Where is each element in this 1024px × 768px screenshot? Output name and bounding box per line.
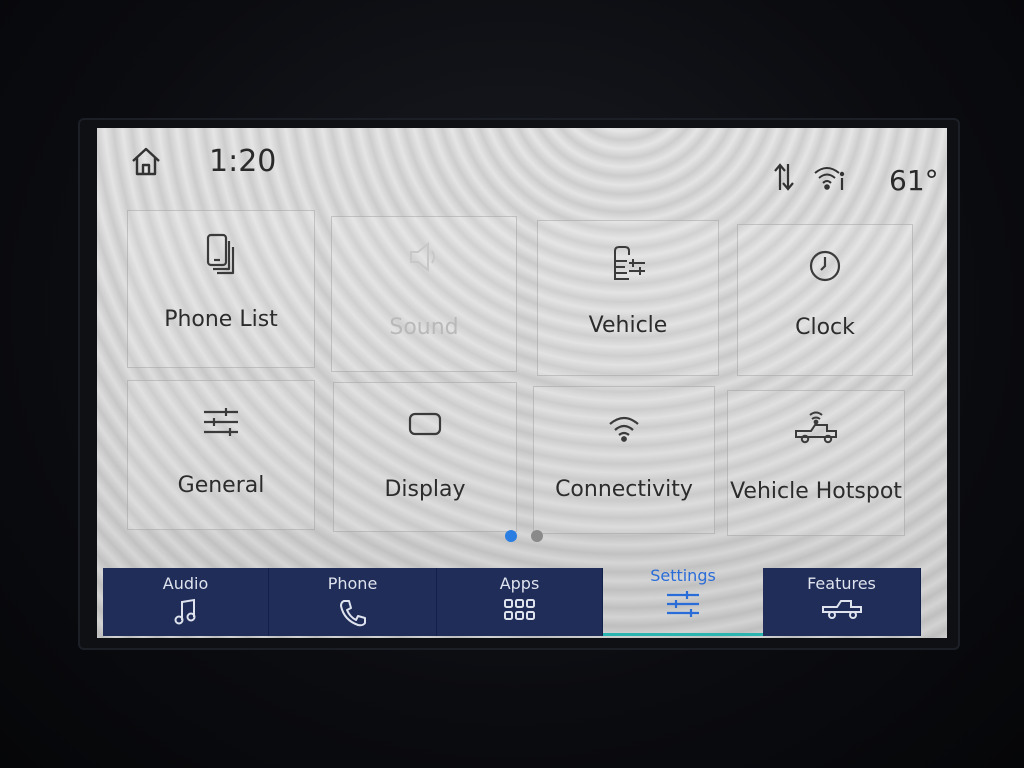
tile-label: Connectivity (555, 477, 693, 502)
vehicle-settings-icon (614, 246, 645, 280)
tile-clock[interactable]: Clock (737, 224, 913, 376)
clock-icon (809, 250, 841, 282)
tab-label: Phone (327, 574, 378, 593)
settings-sliders-icon (667, 591, 699, 617)
tile-label: Clock (795, 315, 855, 340)
tile-sound: Sound (331, 216, 517, 372)
tile-label: Vehicle Hotspot (730, 479, 902, 504)
wifi-icon (609, 416, 639, 442)
tile-general[interactable]: General (127, 380, 315, 530)
tile-label: Vehicle (588, 313, 668, 338)
phone-handset-icon (339, 600, 366, 627)
touchscreen: 1:20 61° Phone List Sound Vehicle Clock … (97, 128, 947, 638)
bottom-nav: Audio Phone Apps Settings Features (97, 566, 947, 638)
tile-label: Sound (389, 315, 459, 340)
page-dot-inactive[interactable] (531, 530, 543, 542)
status-time: 1:20 (209, 144, 277, 179)
tab-label: Apps (499, 574, 540, 593)
tab-label: Settings (650, 566, 716, 585)
tile-label: General (177, 473, 265, 498)
tile-label: Phone List (164, 307, 278, 332)
tab-settings[interactable]: Settings (603, 566, 763, 636)
tab-apps[interactable]: Apps (437, 568, 603, 636)
active-tab-underline (603, 633, 763, 636)
sliders-icon (204, 408, 238, 436)
tab-phone[interactable]: Phone (269, 568, 437, 636)
display-icon (408, 412, 442, 436)
tile-vehicle[interactable]: Vehicle (537, 220, 719, 376)
tab-label: Audio (162, 574, 209, 593)
truck-icon (821, 600, 862, 619)
outside-temperature: 61° (889, 164, 939, 197)
music-note-icon (174, 598, 195, 625)
wifi-status-icon (814, 167, 845, 190)
tile-display[interactable]: Display (333, 382, 517, 532)
tab-audio[interactable]: Audio (103, 568, 269, 636)
speaker-icon (410, 241, 435, 273)
tile-label: Display (384, 477, 466, 502)
page-indicator (505, 530, 545, 542)
home-icon[interactable] (129, 144, 163, 178)
tab-features[interactable]: Features (763, 568, 921, 636)
tab-label: Features (807, 574, 876, 593)
page-dot-active[interactable] (505, 530, 517, 542)
tile-connectivity[interactable]: Connectivity (533, 386, 715, 534)
status-bar: 1:20 61° (97, 128, 947, 198)
phone-list-icon (206, 233, 235, 275)
truck-wifi-icon (795, 411, 837, 444)
data-transfer-icon (774, 163, 794, 191)
tile-phone-list[interactable]: Phone List (127, 210, 315, 368)
tile-vehicle-hotspot[interactable]: Vehicle Hotspot (727, 390, 905, 536)
apps-grid-icon (503, 599, 535, 620)
